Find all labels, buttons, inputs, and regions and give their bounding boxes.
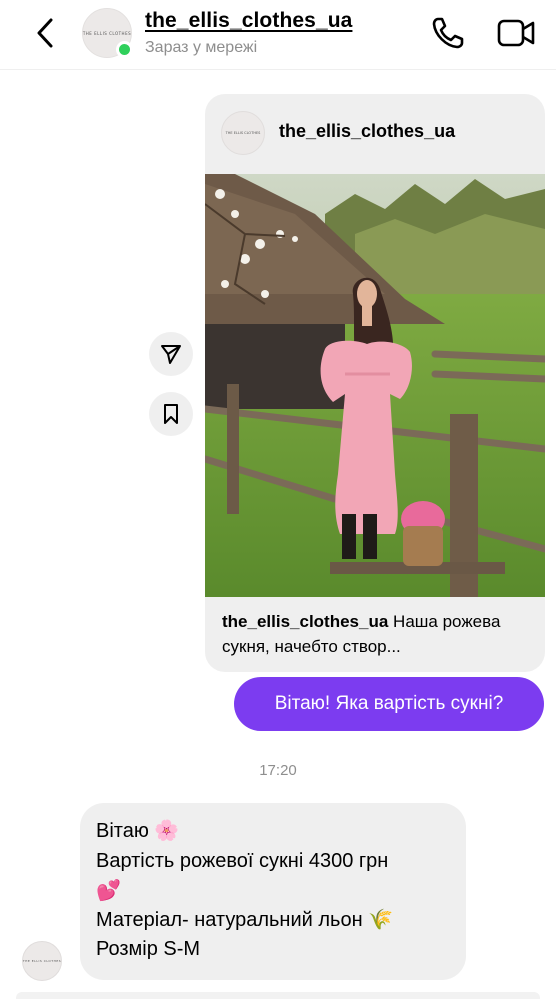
incoming-line-size: Розмір S-M: [96, 938, 201, 960]
contact-username[interactable]: the_ellis_clothes_ua: [145, 9, 352, 33]
back-chevron-icon[interactable]: [30, 16, 60, 50]
avatar-logo-text: THE ELLIS CLOTHES: [225, 131, 261, 135]
post-author-username[interactable]: the_ellis_clothes_ua: [279, 121, 455, 142]
shared-post-card[interactable]: THE ELLIS CLOTHES the_ellis_clothes_ua t…: [205, 94, 545, 672]
post-image-woman-pink-dress[interactable]: [205, 174, 545, 597]
incoming-line-hearts: 💕: [96, 878, 121, 902]
message-timestamp: 17:20: [259, 762, 297, 779]
avatar-logo-text: THE ELLIS CLOTHES: [22, 959, 62, 963]
chat-header: THE ELLIS CLOTHES the_ellis_clothes_ua З…: [0, 0, 556, 70]
online-status-text: Зараз у мережі: [145, 39, 258, 56]
post-author-avatar[interactable]: THE ELLIS CLOTHES: [221, 111, 265, 155]
sender-avatar[interactable]: THE ELLIS CLOTHES: [22, 941, 62, 981]
share-send-icon: [161, 345, 181, 364]
outgoing-message-bubble[interactable]: Вітаю! Яка вартість сукні?: [234, 677, 544, 731]
bookmark-icon: [164, 404, 178, 424]
save-post-button[interactable]: [149, 392, 193, 436]
incoming-line-material: Матеріал- натуральний льон 🌾: [96, 908, 394, 931]
post-caption[interactable]: the_ellis_clothes_ua Наша рожева сукня, …: [222, 609, 532, 659]
caption-username: the_ellis_clothes_ua: [222, 612, 389, 631]
next-message-edge: [16, 992, 540, 999]
post-header: THE ELLIS CLOTHES the_ellis_clothes_ua: [205, 94, 545, 174]
incoming-line-price: Вартість рожевої сукні 4300 грн: [96, 849, 389, 872]
phone-icon[interactable]: [430, 15, 466, 51]
incoming-message-bubble[interactable]: Вітаю 🌸 Вартість рожевої сукні 4300 грн …: [80, 803, 466, 980]
online-status-dot: [116, 41, 133, 58]
video-camera-icon[interactable]: [496, 16, 536, 50]
outgoing-message-text: Вітаю! Яка вартість сукні?: [274, 693, 504, 714]
share-post-button[interactable]: [149, 332, 193, 376]
incoming-line-greeting: Вітаю 🌸: [96, 820, 180, 842]
avatar-logo-text: THE ELLIS CLOTHES: [82, 30, 132, 36]
